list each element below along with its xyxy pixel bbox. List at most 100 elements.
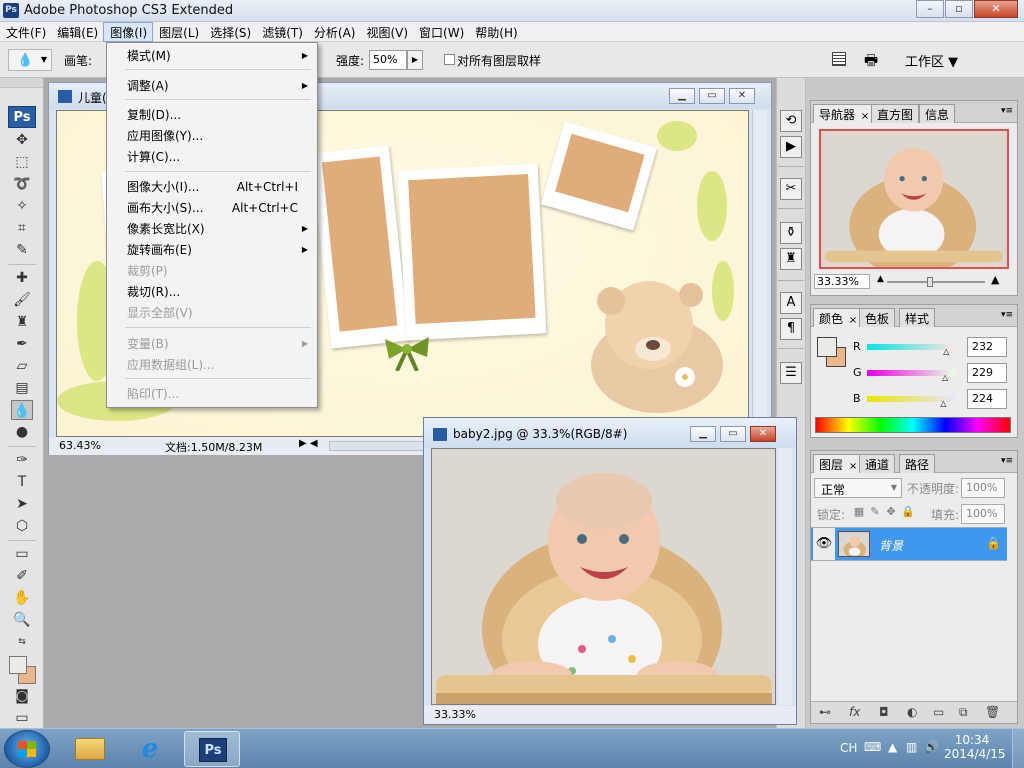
close-icon[interactable]: × xyxy=(849,315,857,326)
clone-source-icon[interactable]: ♜ xyxy=(780,248,802,270)
menu-item-image-size[interactable]: 图像大小(I)... Alt+Ctrl+I xyxy=(108,177,316,197)
panel-menu-icon[interactable]: ▾≡ xyxy=(1001,310,1013,320)
workspace-menu[interactable]: 工作区 ▼ xyxy=(905,51,958,70)
tab-channels[interactable]: 通道 xyxy=(859,454,896,473)
doc-minimize-button[interactable]: ▁ xyxy=(669,88,695,104)
menu-item-trim[interactable]: 裁切(R)... xyxy=(108,282,316,302)
menu-item-adjustments[interactable]: 调整(A) ▶ xyxy=(108,76,316,96)
menu-layer[interactable]: 图层(L) xyxy=(153,22,204,42)
taskbar-clock[interactable]: 10:34 2014/4/15 xyxy=(944,733,1006,761)
panel-menu-icon[interactable]: ▾≡ xyxy=(1001,456,1013,466)
healing-brush-tool-icon[interactable]: ✚ xyxy=(11,268,33,288)
delete-layer-icon[interactable]: 🗑 xyxy=(985,705,1000,719)
minimize-button[interactable]: – xyxy=(916,0,944,18)
toolbox-grip[interactable] xyxy=(0,78,43,88)
keyboard-icon[interactable]: ⌨ xyxy=(864,740,881,754)
color-spectrum-bar[interactable] xyxy=(815,417,1011,433)
show-hidden-icons[interactable]: ▲ xyxy=(888,740,897,754)
doc-close-button[interactable]: ✕ xyxy=(750,426,776,442)
tab-info[interactable]: 信息 xyxy=(919,104,956,123)
eraser-tool-icon[interactable]: ▱ xyxy=(11,356,33,376)
channel-r-input[interactable]: 232 xyxy=(967,337,1007,357)
panel-menu-icon[interactable]: ▾≡ xyxy=(1001,106,1013,116)
shape-tool-icon[interactable]: ⬡ xyxy=(11,516,33,536)
vertical-scrollbar[interactable] xyxy=(752,110,767,437)
type-tool-icon[interactable]: T xyxy=(11,472,33,492)
slider-handle-icon[interactable]: △ xyxy=(943,347,949,356)
restore-button[interactable]: ▫ xyxy=(945,0,973,18)
zoom-level[interactable]: 63.43% xyxy=(59,439,101,452)
navigator-zoom-slider[interactable] xyxy=(887,281,985,283)
status-menu-arrow-icon[interactable]: ▶ ◀ xyxy=(299,438,318,449)
fill-input[interactable]: 100% xyxy=(961,504,1005,524)
doc-maximize-button[interactable]: ▭ xyxy=(720,426,746,442)
layer-name[interactable]: 背景 xyxy=(879,537,903,554)
strength-input[interactable]: 50% xyxy=(369,50,407,70)
brushes-panel-icon[interactable]: ⚱ xyxy=(780,222,802,244)
actions-panel-icon[interactable]: ▶ xyxy=(780,136,802,158)
slider-handle-icon[interactable]: △ xyxy=(940,399,946,408)
tab-styles[interactable]: 样式 xyxy=(899,308,936,327)
sample-all-layers-checkbox[interactable] xyxy=(444,54,455,65)
channel-b-input[interactable]: 224 xyxy=(967,389,1007,409)
screen-mode-icon[interactable]: ▭ xyxy=(11,708,33,728)
vertical-scrollbar[interactable] xyxy=(778,448,792,705)
menu-item-calculations[interactable]: 计算(C)... xyxy=(108,147,316,167)
document-title-bar[interactable]: baby2.jpg @ 33.3%(RGB/8#) ▁ ▭ ✕ xyxy=(424,418,796,448)
lock-all-icon[interactable]: 🔒 xyxy=(901,505,915,518)
layer-comps-icon[interactable]: ☰ xyxy=(780,362,802,384)
tab-paths[interactable]: 路径 xyxy=(899,454,936,473)
menu-item-mode[interactable]: 模式(M) ▶ xyxy=(108,46,316,66)
navigator-zoom-knob[interactable] xyxy=(927,277,933,287)
slider-handle-icon[interactable]: △ xyxy=(942,373,948,382)
swap-colors-icon[interactable]: ⇆ xyxy=(11,632,33,652)
channel-g-input[interactable]: 229 xyxy=(967,363,1007,383)
tab-color[interactable]: 颜色 × xyxy=(813,308,864,327)
move-tool-icon[interactable]: ✥ xyxy=(11,130,33,150)
eyedropper-tool-icon[interactable]: ✐ xyxy=(11,566,33,586)
doc-close-button[interactable]: ✕ xyxy=(729,88,755,104)
foreground-color-swatch[interactable] xyxy=(9,656,27,674)
tool-presets-icon[interactable]: ✂ xyxy=(780,178,802,200)
visibility-eye-icon[interactable]: 👁 xyxy=(813,528,835,560)
link-layers-icon[interactable]: ⊷ xyxy=(819,705,831,719)
zoom-level[interactable]: 33.33% xyxy=(434,708,476,721)
doc-minimize-button[interactable]: ▁ xyxy=(690,426,716,442)
menu-view[interactable]: 视图(V) xyxy=(360,22,413,42)
blur-tool-icon[interactable]: 💧 xyxy=(11,400,33,420)
layer-row-background[interactable]: 👁 背景 🔒 xyxy=(811,527,1007,561)
close-icon[interactable]: × xyxy=(861,111,869,122)
menu-filter[interactable]: 滤镜(T) xyxy=(256,22,308,42)
new-group-icon[interactable]: ▭ xyxy=(933,705,944,719)
new-layer-icon[interactable]: ⧉ xyxy=(959,705,968,720)
tab-navigator[interactable]: 导航器 × xyxy=(813,104,876,123)
brush-tool-icon[interactable]: 🖌 xyxy=(11,290,33,310)
menu-select[interactable]: 选择(S) xyxy=(204,22,256,42)
tab-swatches[interactable]: 色板 xyxy=(859,308,896,327)
tab-histogram[interactable]: 直方图 xyxy=(871,104,920,123)
menu-item-duplicate[interactable]: 复制(D)... xyxy=(108,105,316,125)
menu-help[interactable]: 帮助(H) xyxy=(469,22,522,42)
taskbar-ie-button[interactable]: e xyxy=(122,731,178,767)
document-window-baby2[interactable]: baby2.jpg @ 33.3%(RGB/8#) ▁ ▭ ✕ 33.33% xyxy=(423,417,797,725)
menu-item-variables[interactable]: 变量(B) ▶ xyxy=(108,334,316,354)
menu-item-reveal-all[interactable]: 显示全部(V) xyxy=(108,303,316,323)
history-panel-icon[interactable]: ⟲ xyxy=(780,110,802,132)
menu-item-rotate-canvas[interactable]: 旋转画布(E) ▶ xyxy=(108,240,316,260)
layer-style-icon[interactable]: fx xyxy=(849,705,860,719)
slice-tool-icon[interactable]: ✎ xyxy=(11,240,33,260)
menu-image[interactable]: 图像(I) xyxy=(103,22,154,42)
menu-item-trap[interactable]: 陷印(T)... xyxy=(108,384,316,404)
lock-transparency-icon[interactable]: ▦ xyxy=(853,505,865,518)
history-brush-tool-icon[interactable]: ✒ xyxy=(11,334,33,354)
taskbar-photoshop-button[interactable]: Ps xyxy=(184,731,240,767)
menu-window[interactable]: 窗口(W) xyxy=(413,22,469,42)
magic-wand-tool-icon[interactable]: ✧ xyxy=(11,196,33,216)
zoom-tool-icon[interactable]: 🔍 xyxy=(11,610,33,630)
show-desktop-button[interactable] xyxy=(1012,729,1024,768)
clone-stamp-tool-icon[interactable]: ♜ xyxy=(11,312,33,332)
layer-mask-icon[interactable]: ◘ xyxy=(879,705,889,719)
hand-tool-icon[interactable]: ✋ xyxy=(11,588,33,608)
dodge-tool-icon[interactable]: ● xyxy=(11,422,33,442)
menu-edit[interactable]: 编辑(E) xyxy=(51,22,103,42)
